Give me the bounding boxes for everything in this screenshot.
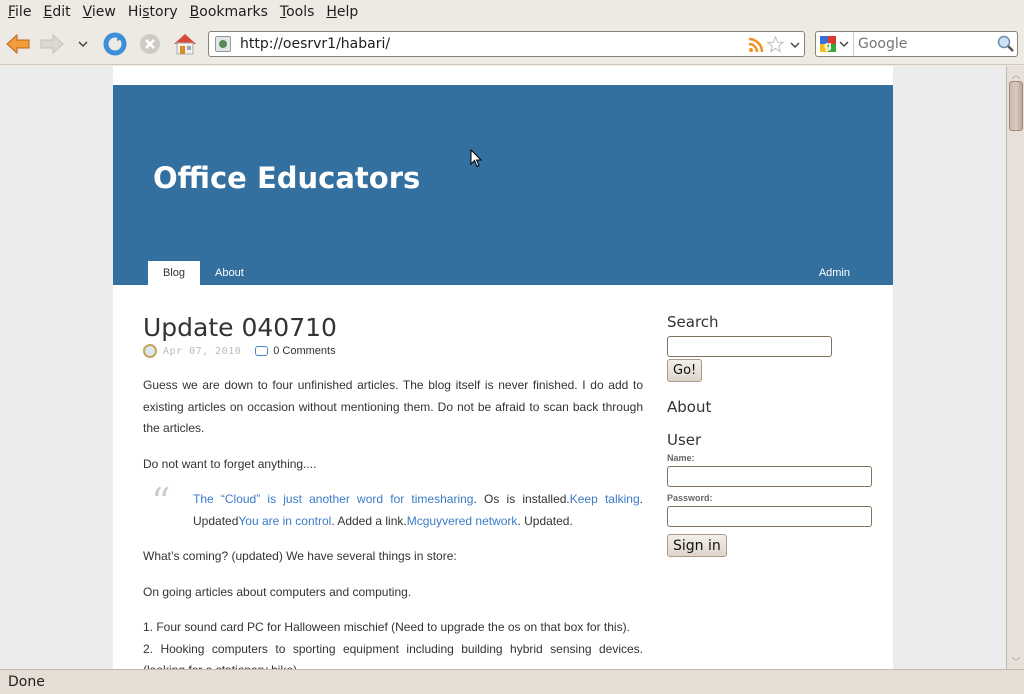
- link-mcguyvered-network[interactable]: Mcguyvered network: [407, 514, 518, 528]
- search-engine-selector[interactable]: g: [816, 32, 854, 56]
- status-text: Done: [8, 674, 45, 690]
- search-input[interactable]: [858, 36, 998, 52]
- password-label: Password:: [667, 493, 713, 503]
- forward-button[interactable]: [38, 31, 66, 57]
- post-paragraph: What’s coming? (updated) We have several…: [143, 549, 457, 563]
- search-heading: Search: [667, 313, 719, 331]
- svg-text:g: g: [824, 39, 832, 52]
- sidebar: Search Go! About User Name: Password: Si…: [667, 313, 877, 557]
- post-date: Apr 07, 2010: [163, 345, 242, 357]
- back-button[interactable]: [4, 31, 32, 57]
- site-header: Office Educators Blog About Admin: [113, 85, 893, 285]
- post-title[interactable]: Update 040710: [143, 313, 643, 342]
- about-heading: About: [667, 398, 712, 416]
- quote-mark-icon: “: [151, 480, 171, 524]
- stop-icon: [140, 34, 160, 54]
- chevron-down-icon: [839, 41, 849, 48]
- menu-edit[interactable]: Edit: [37, 0, 76, 24]
- nav-tabs: Blog About: [148, 261, 259, 285]
- comments-link[interactable]: 0 Comments: [273, 345, 335, 357]
- site-identity-icon[interactable]: [215, 36, 231, 52]
- link-keep-talking[interactable]: Keep talking: [570, 492, 640, 506]
- rss-feed-icon[interactable]: [748, 37, 764, 53]
- blockquote: “ The “Cloud” is just another word for t…: [151, 480, 643, 528]
- sign-in-button[interactable]: Sign in: [667, 534, 727, 557]
- tab-about[interactable]: About: [200, 261, 259, 285]
- link-cloud-timesharing[interactable]: The “Cloud” is just another word for tim…: [193, 492, 473, 506]
- post-paragraph: On going articles about computers and co…: [143, 584, 412, 599]
- reload-icon: [103, 32, 127, 56]
- mouse-cursor-icon: [470, 149, 483, 168]
- post-paragraph: Guess we are down to four unfinished art…: [143, 378, 643, 435]
- user-heading: User: [667, 431, 702, 449]
- vertical-scrollbar[interactable]: ︿ ﹀: [1006, 66, 1024, 669]
- navigation-toolbar: g: [0, 24, 1024, 65]
- status-bar: Done: [0, 669, 1024, 694]
- scroll-up-icon[interactable]: ︿: [1009, 68, 1023, 81]
- forward-arrow-icon: [40, 33, 64, 55]
- blog-page: Office Educators Blog About Admin Update…: [113, 66, 893, 669]
- name-label: Name:: [667, 453, 695, 463]
- history-dropdown-button[interactable]: [72, 31, 94, 57]
- menu-tools[interactable]: Tools: [274, 0, 321, 24]
- name-field[interactable]: [667, 466, 872, 487]
- post-body: Guess we are down to four unfinished art…: [143, 375, 643, 669]
- url-dropdown-icon[interactable]: [790, 41, 800, 49]
- clock-icon: [143, 344, 157, 358]
- home-icon: [174, 34, 196, 55]
- url-bar[interactable]: [208, 31, 805, 57]
- scroll-thumb[interactable]: [1009, 81, 1023, 131]
- search-bar[interactable]: g: [815, 31, 1018, 57]
- menu-file[interactable]: File: [2, 0, 37, 24]
- site-title[interactable]: Office Educators: [153, 161, 420, 195]
- blog-post: Update 040710 Apr 07, 2010 0 Comments Gu…: [143, 313, 643, 669]
- blog-search-input[interactable]: [667, 336, 832, 357]
- menu-bar: File Edit View History Bookmarks Tools H…: [0, 0, 1024, 24]
- chevron-down-icon: [78, 41, 88, 48]
- bookmark-star-icon[interactable]: [767, 36, 784, 53]
- search-icon[interactable]: [997, 35, 1015, 53]
- menu-history[interactable]: History: [122, 0, 184, 24]
- tab-blog[interactable]: Blog: [148, 261, 201, 285]
- comment-bubble-icon: [255, 346, 269, 356]
- url-input[interactable]: [240, 36, 740, 52]
- back-arrow-icon: [6, 33, 30, 55]
- home-button[interactable]: [171, 31, 199, 57]
- stop-button[interactable]: [136, 31, 164, 57]
- reload-button[interactable]: [101, 31, 129, 57]
- page-viewport: Office Educators Blog About Admin Update…: [0, 66, 1006, 669]
- link-you-are-in-control[interactable]: You are in control: [238, 514, 331, 528]
- post-meta: Apr 07, 2010 0 Comments: [143, 343, 643, 359]
- menu-help[interactable]: Help: [320, 0, 364, 24]
- password-field[interactable]: [667, 506, 872, 527]
- google-icon: g: [820, 36, 836, 52]
- scroll-down-icon[interactable]: ﹀: [1009, 655, 1023, 668]
- list-item: 2. Hooking computers to sporting equipme…: [143, 641, 643, 670]
- menu-view[interactable]: View: [77, 0, 122, 24]
- menu-bookmarks[interactable]: Bookmarks: [184, 0, 274, 24]
- go-button[interactable]: Go!: [667, 359, 703, 382]
- post-paragraph: Do not want to forget anything....: [143, 456, 317, 471]
- admin-link[interactable]: Admin: [819, 261, 850, 285]
- list-item: 1. Four sound card PC for Halloween misc…: [143, 620, 630, 634]
